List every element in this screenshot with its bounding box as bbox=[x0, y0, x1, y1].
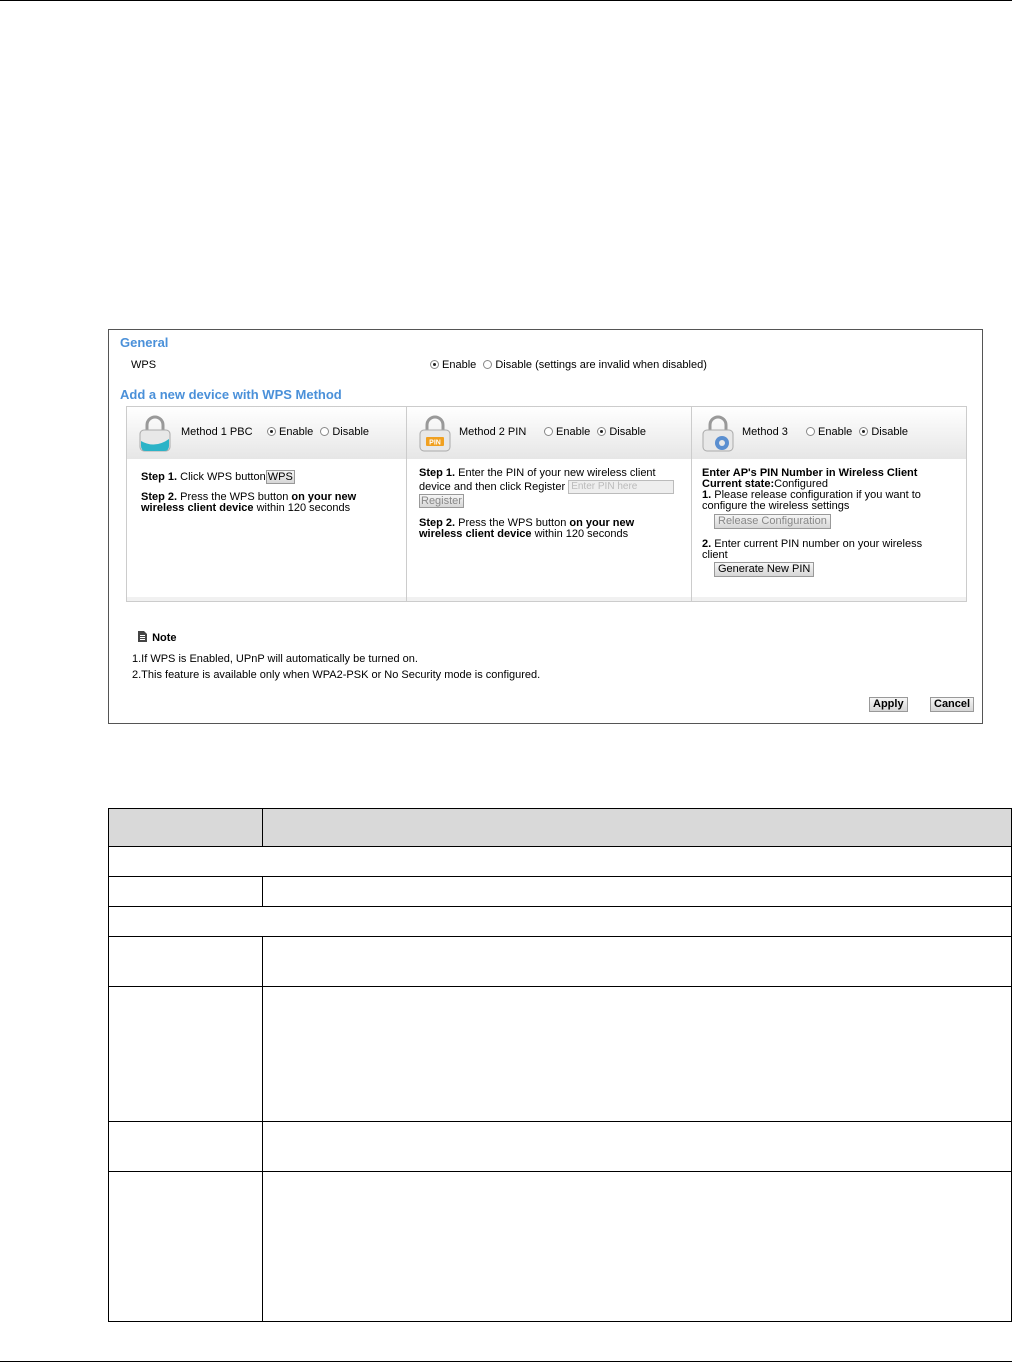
method3-item1-line2: configure the wireless settings bbox=[702, 500, 850, 512]
note-line-2: 2.This feature is available only when WP… bbox=[132, 669, 541, 681]
table-row bbox=[109, 877, 1011, 907]
method3-disable-label: Disable bbox=[871, 426, 909, 438]
method2-enable-radio[interactable] bbox=[544, 427, 553, 436]
method3-radio-group: Enable Disable bbox=[806, 426, 908, 438]
method2-step1-line1: Step 1. Enter the PIN of your new wirele… bbox=[419, 467, 656, 479]
generate-new-pin-button[interactable]: Generate New PIN bbox=[714, 562, 815, 577]
register-button[interactable]: Register bbox=[419, 494, 464, 508]
method2-step1-line2: device and then click Register Enter PIN… bbox=[419, 480, 675, 494]
method3-enable-label: Enable bbox=[818, 426, 853, 438]
method1-disable-label: Disable bbox=[332, 426, 370, 438]
method1-name: Method 1 PBC bbox=[181, 426, 253, 438]
method2-disable-label: Disable bbox=[609, 426, 647, 438]
add-device-title: Add a new device with WPS Method bbox=[120, 387, 342, 402]
method2-name: Method 2 PIN bbox=[459, 426, 527, 438]
method1-column: Method 1 PBC Enable Disable Step 1. Clic… bbox=[127, 407, 406, 601]
table-row bbox=[109, 987, 1011, 1122]
method2-enable-label: Enable bbox=[556, 426, 591, 438]
method3-name: Method 3 bbox=[742, 426, 788, 438]
method2-step2-line2: wireless client device within 120 second… bbox=[419, 528, 629, 540]
method2-radio-group: Enable Disable bbox=[544, 426, 646, 438]
wps-radio-group: Enable Disable (settings are invalid whe… bbox=[430, 359, 707, 371]
table-row bbox=[109, 1172, 1011, 1321]
table-row bbox=[109, 937, 1011, 987]
table-row bbox=[109, 847, 1011, 877]
method1-step1: Step 1. Click WPS button WPS bbox=[141, 470, 295, 484]
bottom-rule bbox=[0, 1361, 1012, 1362]
note-title: Note bbox=[152, 632, 177, 644]
method2-disable-radio[interactable] bbox=[597, 427, 607, 436]
wps-button[interactable]: WPS bbox=[265, 470, 295, 484]
method3-item2-line2: client bbox=[702, 549, 728, 561]
table-header-row bbox=[109, 809, 1011, 847]
method3-disable-radio[interactable] bbox=[859, 427, 869, 436]
method1-enable-label: Enable bbox=[279, 426, 314, 438]
general-title: General bbox=[120, 335, 169, 350]
method3-enable-radio[interactable] bbox=[806, 427, 815, 436]
lock-icon bbox=[139, 415, 171, 452]
gear-lock-icon bbox=[702, 415, 734, 452]
method1-radio-group: Enable Disable bbox=[267, 426, 369, 438]
description-table bbox=[108, 808, 1012, 1322]
wps-enable-label: Enable bbox=[442, 359, 477, 371]
svg-text:PIN: PIN bbox=[429, 440, 441, 447]
method2-column: PIN Method 2 PIN Enable Disable Step 1. … bbox=[407, 407, 691, 601]
wps-disable-label: Disable (settings are invalid when disab… bbox=[495, 359, 707, 371]
note-icon bbox=[138, 631, 147, 642]
note-line-1: 1.If WPS is Enabled, UPnP will automatic… bbox=[132, 653, 418, 665]
table-row bbox=[109, 1122, 1011, 1172]
wps-screen: General WPS Enable Disable (settings are… bbox=[108, 329, 983, 724]
table-header-cell-label bbox=[109, 809, 263, 846]
wps-label: WPS bbox=[131, 359, 157, 371]
method1-step2-line2: wireless client device within 120 second… bbox=[141, 502, 351, 514]
method1-disable-radio[interactable] bbox=[320, 427, 330, 436]
method3-item2-line1: 2. Enter current PIN number on your wire… bbox=[702, 538, 923, 550]
top-rule bbox=[0, 0, 1012, 1]
release-configuration-button[interactable]: Release Configuration bbox=[714, 514, 831, 529]
note-header: Note bbox=[138, 631, 177, 644]
methods-panel: Method 1 PBC Enable Disable Step 1. Clic… bbox=[126, 406, 967, 602]
wps-disable-radio[interactable] bbox=[483, 360, 493, 369]
wps-enable-radio[interactable] bbox=[430, 360, 439, 369]
apply-button[interactable]: Apply bbox=[869, 697, 908, 712]
cancel-button[interactable]: Cancel bbox=[930, 697, 975, 712]
table-row bbox=[109, 907, 1011, 937]
pin-lock-icon: PIN bbox=[419, 415, 451, 452]
method3-column: Method 3 Enable Disable Enter AP's PIN N… bbox=[692, 407, 966, 601]
method1-enable-radio[interactable] bbox=[267, 427, 276, 436]
pin-input[interactable]: Enter PIN here bbox=[568, 480, 675, 494]
